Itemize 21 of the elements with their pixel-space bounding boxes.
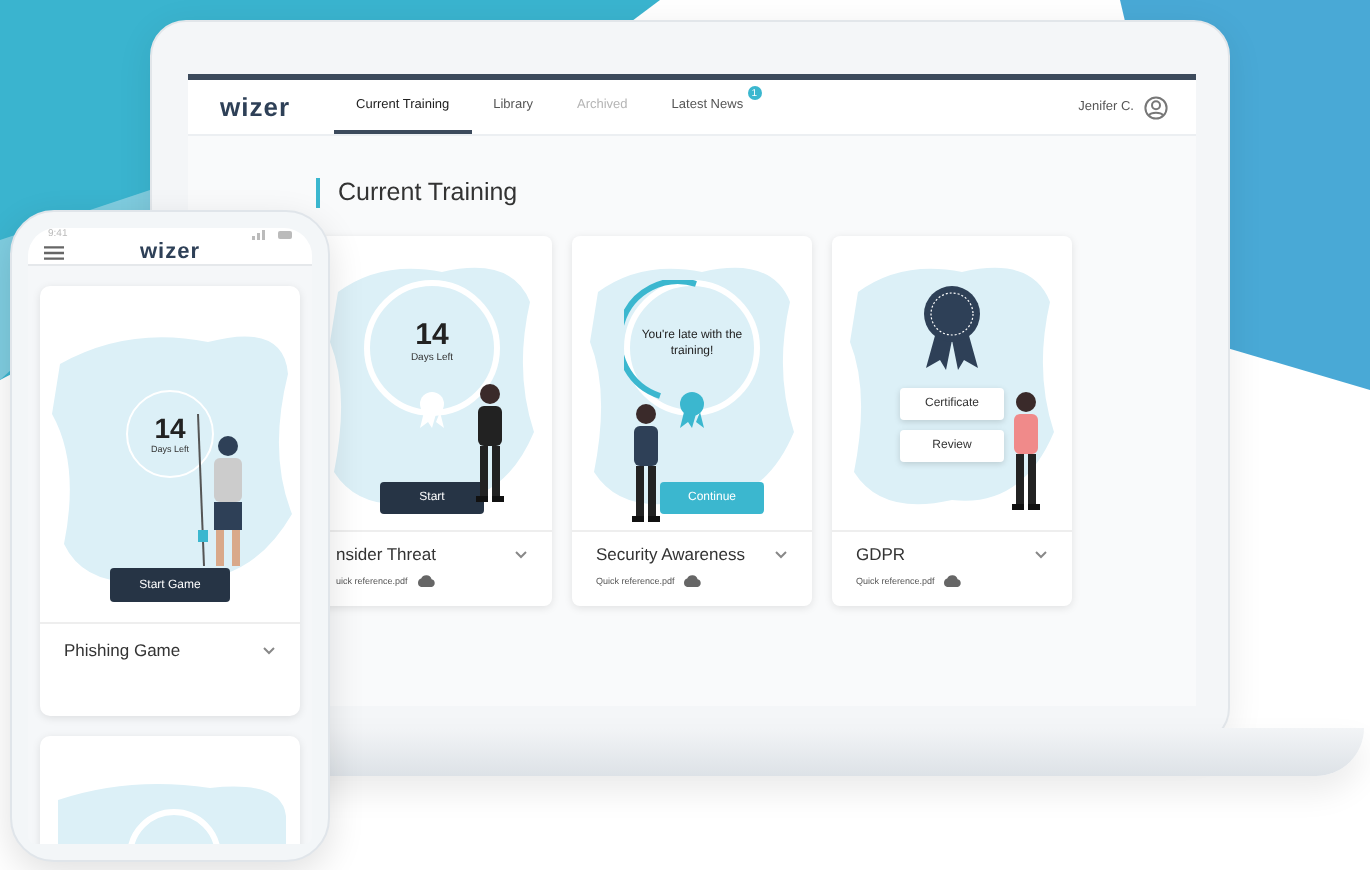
ribbon-icon	[676, 390, 708, 430]
days-count: 14	[415, 320, 449, 352]
logo: wizer	[220, 92, 291, 122]
signal-icon	[252, 229, 292, 239]
page-heading: Current Training	[316, 178, 1196, 208]
menu-icon[interactable]	[44, 245, 64, 259]
cloud-download-icon[interactable]	[942, 574, 963, 588]
card-title: GDPR	[856, 544, 906, 564]
card-title: nsider Threat	[336, 544, 436, 564]
avatar-icon[interactable]	[1144, 95, 1168, 119]
cloud-download-icon[interactable]	[682, 574, 703, 588]
days-count: 14	[154, 414, 186, 444]
chevron-down-icon[interactable]	[262, 645, 276, 655]
chevron-down-icon[interactable]	[1034, 549, 1048, 559]
completion-badge-icon	[918, 284, 986, 372]
card-title: Security Awareness	[596, 544, 745, 564]
cloud-download-icon[interactable]	[415, 574, 436, 588]
chevron-down-icon[interactable]	[514, 549, 528, 559]
chevron-down-icon[interactable]	[774, 549, 788, 559]
card-title: Phishing Game	[64, 640, 181, 660]
logo: wizer	[139, 240, 200, 264]
